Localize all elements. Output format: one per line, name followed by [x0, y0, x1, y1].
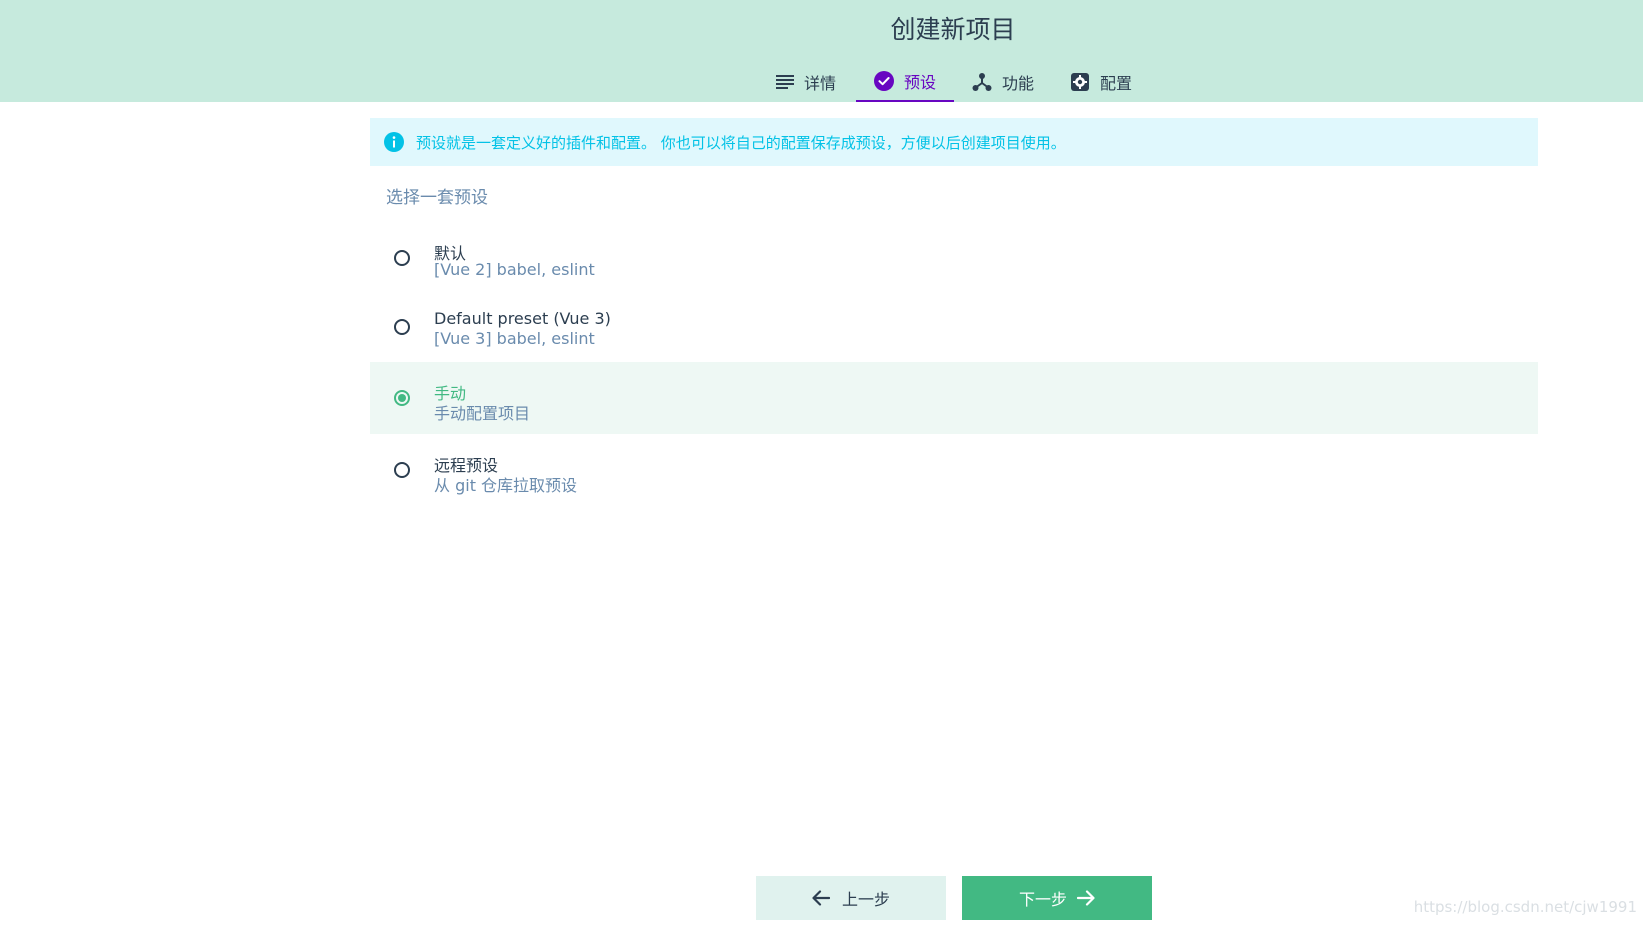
previous-step-label: 上一步	[841, 890, 890, 909]
info-notice-text: 预设就是一套定义好的插件和配置。 你也可以将自己的配置保存成预设，方便以后创建项…	[416, 133, 1066, 152]
arrow-right-icon	[1077, 890, 1095, 906]
next-step-label: 下一步	[1018, 890, 1067, 909]
next-step-button[interactable]: 下一步	[962, 876, 1152, 920]
preset-option-manual[interactable]: 手动 手动配置项目	[370, 362, 1538, 434]
preset-description: 从 git 仓库拉取预设	[434, 476, 578, 495]
info-notice: 预设就是一套定义好的插件和配置。 你也可以将自己的配置保存成预设，方便以后创建项…	[370, 118, 1538, 166]
page-title: 创建新项目	[890, 15, 1016, 44]
tab-presets[interactable]: 预设	[856, 62, 954, 102]
info-icon	[384, 132, 404, 152]
preset-option-vue3[interactable]: Default preset (Vue 3) [Vue 3] babel, es…	[370, 291, 1538, 363]
tab-config[interactable]: 配置	[1070, 62, 1166, 102]
header: 创建新项目 详情 预设 功能 配置	[0, 0, 1643, 102]
arrow-left-icon	[812, 890, 830, 906]
tab-details-label: 详情	[804, 74, 837, 93]
list-icon	[776, 75, 794, 89]
tab-features[interactable]: 功能	[972, 62, 1062, 102]
tab-config-label: 配置	[1100, 74, 1133, 93]
preset-radio-selected[interactable]	[394, 390, 410, 406]
step-tabs: 详情 预设 功能 配置	[0, 62, 1643, 102]
preset-option-remote[interactable]: 远程预设 从 git 仓库拉取预设	[370, 434, 1538, 506]
preset-radio[interactable]	[394, 462, 410, 478]
preset-description: 手动配置项目	[434, 404, 531, 423]
tab-features-label: 功能	[1002, 74, 1035, 93]
hub-icon	[972, 73, 992, 91]
preset-description: [Vue 3] babel, eslint	[434, 329, 595, 348]
tab-presets-label: 预设	[903, 73, 936, 92]
preset-name: Default preset (Vue 3)	[434, 309, 611, 328]
tab-details[interactable]: 详情	[776, 62, 862, 102]
settings-gear-icon	[1071, 73, 1089, 91]
preset-option-default[interactable]: 默认 [Vue 2] babel, eslint	[370, 222, 1538, 294]
preset-radio[interactable]	[394, 319, 410, 335]
previous-step-button[interactable]: 上一步	[756, 876, 946, 920]
check-circle-icon	[873, 71, 894, 91]
preset-radio[interactable]	[394, 250, 410, 266]
preset-section-title: 选择一套预设	[386, 188, 488, 208]
watermark: https://blog.csdn.net/cjw1991	[1413, 898, 1637, 916]
preset-description: [Vue 2] babel, eslint	[434, 260, 595, 279]
